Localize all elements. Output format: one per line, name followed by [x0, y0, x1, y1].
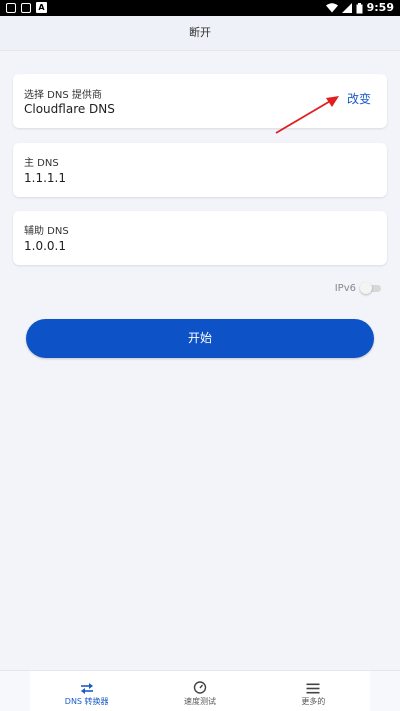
secondary-dns-value: 1.0.0.1 — [24, 239, 66, 253]
secondary-dns-card[interactable]: 辅助 DNS 1.0.0.1 — [13, 211, 387, 265]
nav-item-speed-test[interactable]: 速度测试 — [143, 671, 256, 711]
primary-dns-label: 主 DNS — [24, 158, 59, 169]
nav-item-label: 更多的 — [301, 697, 326, 706]
connection-status-header: 断开 — [0, 16, 400, 51]
clock: 9:59 — [366, 1, 394, 14]
signal-icon — [341, 3, 352, 13]
primary-dns-value: 1.1.1.1 — [24, 171, 66, 185]
wifi-icon — [325, 3, 338, 13]
nav-item-dns-changer[interactable]: DNS 转换器 — [30, 671, 143, 711]
app-notification-icon: A — [36, 2, 47, 13]
status-notifications: A — [6, 2, 47, 13]
nav-item-label: DNS 转换器 — [64, 697, 109, 706]
dns-provider-value: Cloudflare DNS — [24, 102, 115, 116]
ipv6-label: IPv6 — [334, 282, 356, 294]
bottom-navigation: DNS 转换器 速度测试 更多的 — [0, 670, 400, 711]
status-bar: A 9:59 — [0, 0, 400, 16]
status-system-icons: 9:59 — [325, 1, 394, 15]
annotation-arrow-icon — [275, 96, 339, 134]
ipv6-toggle[interactable] — [360, 282, 382, 294]
battery-icon — [356, 2, 363, 14]
change-provider-button[interactable]: 改变 — [347, 90, 371, 107]
ipv6-row: IPv6 — [335, 282, 382, 294]
notification-square-icon — [21, 2, 31, 13]
nav-item-more[interactable]: 更多的 — [257, 671, 370, 711]
notification-square-icon — [6, 2, 16, 13]
ipv6-toggle-knob — [360, 282, 372, 294]
dns-provider-label: 选择 DNS 提供商 — [24, 90, 102, 101]
nav-item-label: 速度测试 — [183, 697, 216, 706]
primary-dns-card[interactable]: 主 DNS 1.1.1.1 — [13, 143, 387, 197]
start-button[interactable]: 开始 — [26, 319, 374, 358]
page-title: 断开 — [189, 26, 211, 39]
bottom-navigation-bar: DNS 转换器 速度测试 更多的 — [30, 671, 370, 711]
secondary-dns-label: 辅助 DNS — [24, 226, 69, 237]
